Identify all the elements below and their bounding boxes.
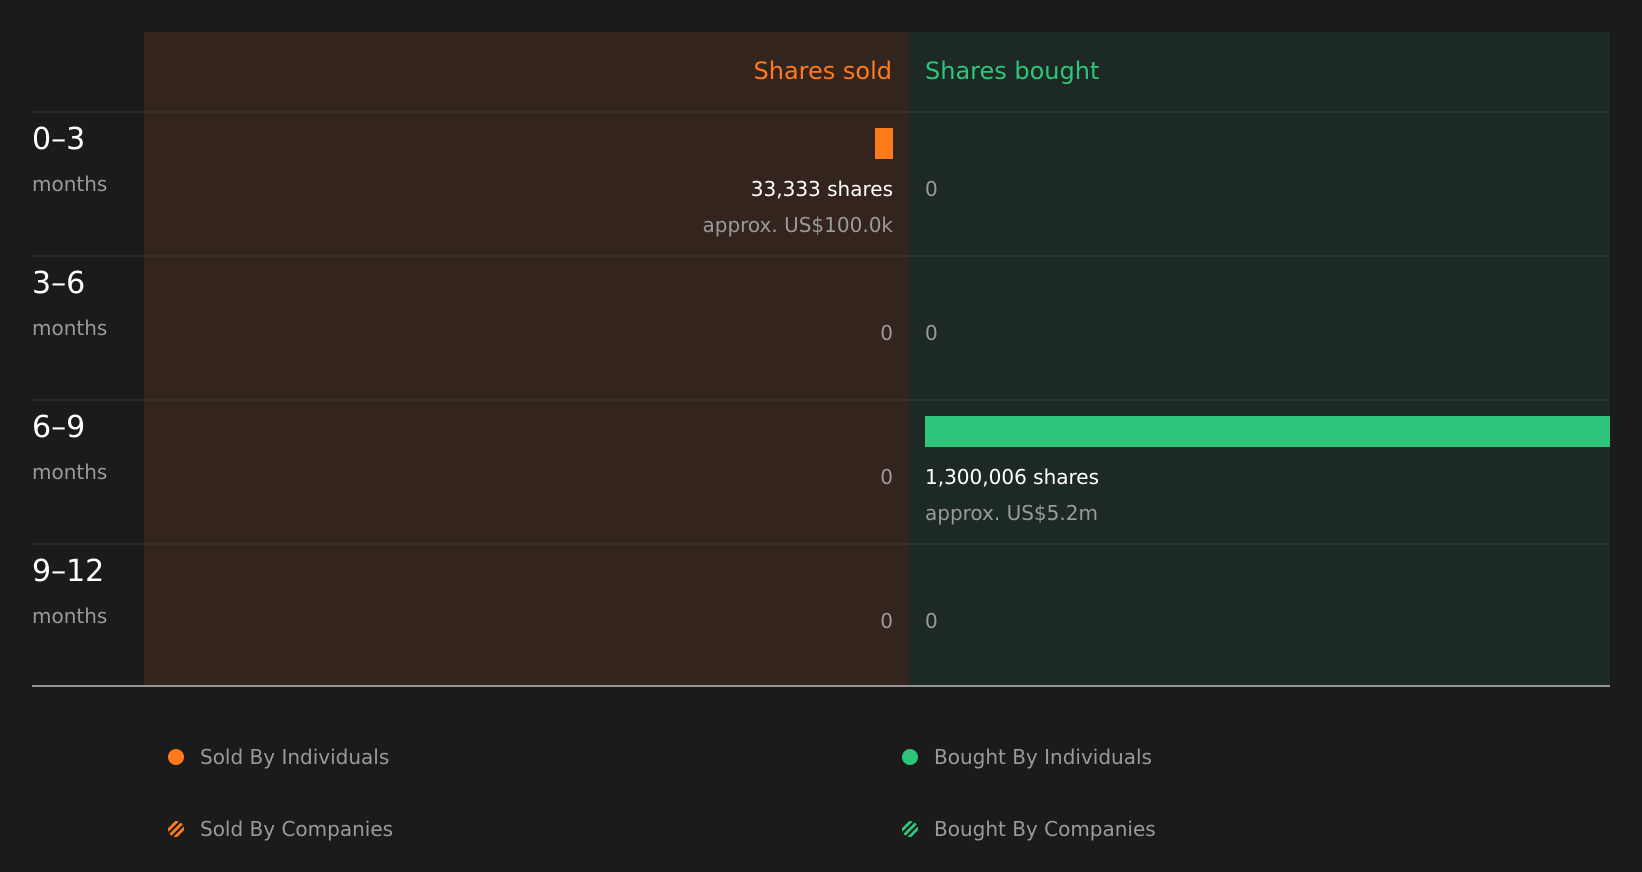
legend-label: Bought By Individuals	[934, 745, 1152, 769]
sold-value-label: approx. US$100.0k	[703, 213, 894, 237]
header-shares-sold: Shares sold	[754, 57, 892, 85]
legend-bought-by-individuals: Bought By Individuals	[902, 743, 1152, 771]
legend-swatch-bought-companies	[902, 821, 918, 837]
legend-sold-by-individuals: Sold By Individuals	[168, 743, 389, 771]
row-label-unit: months	[32, 316, 107, 340]
bought-zero-label: 0	[925, 321, 938, 345]
sold-zero-label: 0	[880, 321, 893, 345]
legend-label: Bought By Companies	[934, 817, 1156, 841]
bought-value-label: approx. US$5.2m	[925, 501, 1098, 525]
sold-zero-label: 0	[880, 465, 893, 489]
bought-shares-label: 1,300,006 shares	[925, 465, 1099, 489]
row-label-range: 3–6	[32, 266, 85, 301]
header-shares-bought: Shares bought	[925, 57, 1099, 85]
sold-shares-label: 33,333 shares	[751, 177, 893, 201]
row-label-unit: months	[32, 460, 107, 484]
sold-bar	[875, 128, 893, 159]
row-label-unit: months	[32, 172, 107, 196]
legend-sold-by-companies: Sold By Companies	[168, 815, 393, 843]
row-label-unit: months	[32, 604, 107, 628]
row-label-range: 6–9	[32, 410, 85, 445]
legend-label: Sold By Individuals	[200, 745, 390, 769]
legend-swatch-sold-companies	[168, 821, 184, 837]
legend-swatch-bought-individuals	[902, 749, 918, 765]
legend-swatch-sold-individuals	[168, 749, 184, 765]
insider-trading-chart: Shares sold Shares bought 0–3 months 33,33…	[32, 32, 1610, 687]
bought-panel	[909, 32, 1610, 686]
row-label-range: 0–3	[32, 122, 85, 157]
legend-label: Sold By Companies	[200, 817, 394, 841]
bought-bar	[925, 416, 1610, 447]
sold-zero-label: 0	[880, 609, 893, 633]
bought-zero-label: 0	[925, 609, 938, 633]
row-label-range: 9–12	[32, 554, 104, 589]
legend-bought-by-companies: Bought By Companies	[902, 815, 1156, 843]
sold-panel	[144, 32, 909, 686]
bought-zero-label: 0	[925, 177, 938, 201]
